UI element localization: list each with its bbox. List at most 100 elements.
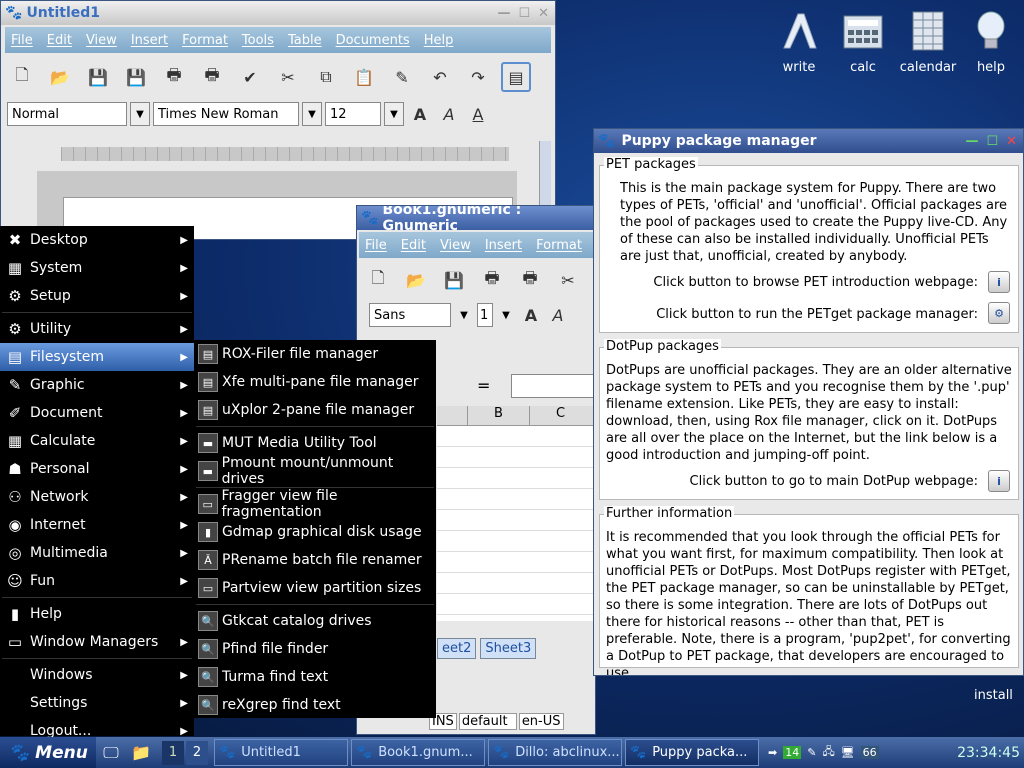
network-tray-icon[interactable]: ➡: [768, 746, 777, 759]
menu-item-network[interactable]: ⚇ Network ▶: [0, 483, 194, 511]
tray-badge[interactable]: 66: [860, 746, 879, 759]
submenu-item[interactable]: Ā PRename batch file renamer: [194, 546, 436, 574]
format-painter-icon[interactable]: ✎: [387, 62, 417, 92]
ruler[interactable]: [61, 147, 509, 161]
chevron-down-icon[interactable]: ▼: [496, 303, 516, 327]
submenu-item[interactable]: ▭ Partview view partition sizes: [194, 574, 436, 602]
clock[interactable]: 23:34:45: [957, 745, 1020, 761]
maximize-icon[interactable]: ☐: [986, 134, 998, 149]
open-folder-icon[interactable]: 📂: [401, 265, 431, 295]
menu-tools[interactable]: Tools: [242, 33, 274, 48]
open-folder-icon[interactable]: 📂: [45, 62, 75, 92]
redo-icon[interactable]: ↷: [463, 62, 493, 92]
chevron-down-icon[interactable]: ▼: [130, 102, 150, 126]
menu-item-graphic[interactable]: ✎ Graphic ▶: [0, 371, 194, 399]
submenu-item[interactable]: 🔍 reXgrep find text: [194, 691, 436, 719]
menu-format[interactable]: Format: [536, 238, 582, 253]
tray-icon[interactable]: 🖧: [822, 743, 834, 762]
chevron-down-icon[interactable]: ▼: [454, 303, 474, 327]
task-gnumeric[interactable]: 🐾 Book1.gnum...: [351, 739, 485, 766]
menu-button[interactable]: 🐾 Menu: [0, 737, 96, 768]
desktop-icon-calendar[interactable]: calendar: [897, 6, 959, 75]
puppy-titlebar[interactable]: 🐾 Puppy package manager — ☐ ✕: [594, 129, 1023, 153]
bold-icon[interactable]: A: [519, 300, 543, 330]
save-icon[interactable]: 💾: [83, 62, 113, 92]
save-icon[interactable]: 💾: [439, 265, 469, 295]
info-icon[interactable]: i: [988, 470, 1010, 492]
info-icon[interactable]: i: [988, 271, 1010, 293]
show-desktop-icon[interactable]: 🖵: [96, 738, 126, 768]
menu-insert[interactable]: Insert: [485, 238, 522, 253]
menu-item-window-managers[interactable]: ▭ Window Managers ▶: [0, 628, 194, 656]
submenu-item[interactable]: ▤ Xfe multi-pane file manager: [194, 368, 436, 396]
petget-icon[interactable]: ⚙: [988, 302, 1010, 324]
submenu-item[interactable]: 🔍 Gtkcat catalog drives: [194, 607, 436, 635]
menu-item-system[interactable]: ▦ System ▶: [0, 254, 194, 282]
font-select[interactable]: Times New Roman: [153, 102, 299, 126]
submenu-item[interactable]: 🔍 Turma find text: [194, 663, 436, 691]
font-size-select[interactable]: 1: [477, 303, 493, 327]
print-preview-icon[interactable]: 🖶: [515, 265, 545, 295]
font-size-select[interactable]: 12: [325, 102, 381, 126]
close-icon[interactable]: ✕: [1006, 134, 1017, 149]
spellcheck-icon[interactable]: ✔: [235, 62, 265, 92]
menu-item-multimedia[interactable]: ◎ Multimedia ▶: [0, 539, 194, 567]
save-as-icon[interactable]: 💾: [121, 62, 151, 92]
menu-documents[interactable]: Documents: [336, 33, 410, 48]
chevron-down-icon[interactable]: ▼: [302, 102, 322, 126]
tray-badge[interactable]: 14: [783, 746, 802, 759]
menu-item-calculate[interactable]: ▦ Calculate ▶: [0, 427, 194, 455]
tray-icon[interactable]: ✎: [807, 746, 816, 759]
menu-insert[interactable]: Insert: [131, 33, 168, 48]
menu-item-help[interactable]: ▮ Help: [0, 600, 194, 628]
submenu-item[interactable]: ▤ ROX-Filer file manager: [194, 340, 436, 368]
submenu-item[interactable]: ▭ Fragger view file fragmentation: [194, 488, 436, 520]
desktop-icon-calc[interactable]: calc: [832, 6, 894, 75]
desktop-icon-help[interactable]: help: [960, 6, 1022, 75]
menu-format[interactable]: Format: [182, 33, 228, 48]
cut-icon[interactable]: ✂: [273, 62, 303, 92]
desktop-icon-write[interactable]: write: [768, 6, 830, 75]
sheet-grid[interactable]: [437, 426, 595, 621]
undo-icon[interactable]: ↶: [425, 62, 455, 92]
task-puppy-package-manager[interactable]: 🐾 Puppy packa...: [625, 739, 759, 766]
sheet-tab-2[interactable]: eet2: [437, 638, 477, 659]
menu-item-setup[interactable]: ⚙ Setup ▶: [0, 282, 194, 310]
menu-item-fun[interactable]: ☺ Fun ▶: [0, 567, 194, 595]
menu-item-filesystem[interactable]: ▤ Filesystem ▶: [0, 343, 194, 371]
page-layout-icon[interactable]: ▤: [501, 62, 531, 92]
menu-table[interactable]: Table: [288, 33, 322, 48]
menu-item-settings[interactable]: Settings ▶: [0, 689, 194, 717]
bold-icon[interactable]: A: [407, 99, 433, 129]
italic-icon[interactable]: A: [546, 300, 570, 330]
paste-icon[interactable]: 📋: [349, 62, 379, 92]
menu-edit[interactable]: Edit: [401, 238, 426, 253]
gnumeric-titlebar[interactable]: 🐾 Book1.gnumeric : Gnumeric: [357, 206, 595, 234]
formula-input[interactable]: [511, 374, 595, 398]
menu-item-windows[interactable]: Windows ▶: [0, 661, 194, 689]
new-file-icon[interactable]: 🗋: [7, 62, 37, 92]
menu-file[interactable]: File: [11, 33, 33, 48]
print-icon[interactable]: 🖶: [159, 62, 189, 92]
minimize-icon[interactable]: —: [965, 134, 978, 149]
maximize-icon[interactable]: ☐: [518, 6, 530, 21]
new-file-icon[interactable]: 🗋: [363, 265, 393, 295]
submenu-item[interactable]: ▮ Gdmap graphical disk usage: [194, 518, 436, 546]
menu-item-desktop[interactable]: ✖ Desktop ▶: [0, 226, 194, 254]
menu-item-utility[interactable]: ⚙ Utility ▶: [0, 315, 194, 343]
style-select[interactable]: Normal: [7, 102, 127, 126]
font-select[interactable]: Sans: [369, 303, 451, 327]
desktop-1[interactable]: 1: [162, 740, 184, 765]
menu-help[interactable]: Help: [424, 33, 454, 48]
copy-icon[interactable]: ⧉: [311, 62, 341, 92]
column-header-b[interactable]: B: [467, 406, 529, 425]
submenu-item[interactable]: ▬ Pmount mount/unmount drives: [194, 455, 436, 487]
submenu-item[interactable]: 🔍 Pfind file finder: [194, 635, 436, 663]
chevron-down-icon[interactable]: ▼: [384, 102, 404, 126]
menu-item-internet[interactable]: ◉ Internet ▶: [0, 511, 194, 539]
column-header-c[interactable]: C: [529, 406, 591, 425]
menu-item-personal[interactable]: ☗ Personal ▶: [0, 455, 194, 483]
sheet-tab-3[interactable]: Sheet3: [480, 638, 537, 659]
minimize-icon[interactable]: —: [497, 6, 510, 21]
abiword-titlebar[interactable]: 🐾 Untitled1 — ☐ ✕: [1, 1, 555, 25]
